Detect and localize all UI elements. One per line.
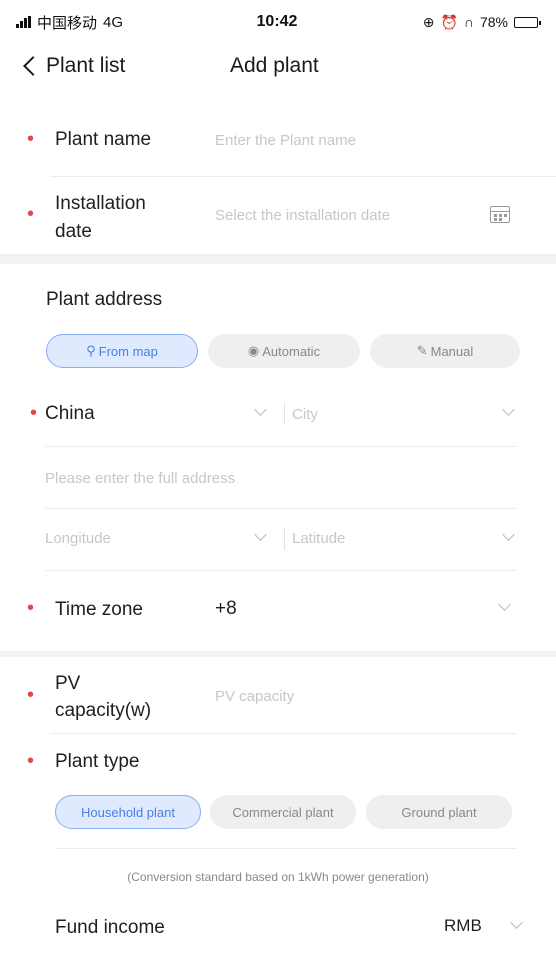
divider: [45, 570, 516, 571]
required-marker: •: [30, 402, 38, 424]
chevron-down-icon[interactable]: [498, 598, 511, 611]
commercial-plant-option[interactable]: Commercial plant: [210, 795, 356, 829]
page-title: Add plant: [230, 54, 319, 77]
calendar-icon[interactable]: [490, 206, 510, 223]
household-plant-label: Household plant: [81, 804, 175, 820]
country-select[interactable]: China: [45, 400, 95, 427]
nav-bar: Plant list Add plant: [0, 48, 556, 94]
back-button[interactable]: Plant list: [22, 54, 125, 78]
required-marker: •: [27, 128, 35, 150]
location-icon: ⊕: [422, 13, 435, 30]
chevron-left-icon: [23, 56, 43, 76]
status-bar: 中国移动 4G 10:42 ⊕ ⏰ ∩ 78%: [0, 0, 556, 44]
required-marker: •: [27, 597, 35, 619]
location-pin-icon: ⚲: [86, 343, 96, 358]
carrier-name: 中国移动: [37, 14, 98, 32]
fund-income-label: Fund income: [55, 917, 165, 938]
full-address-input[interactable]: Please enter the full address: [45, 470, 235, 487]
time-zone-select[interactable]: +8: [215, 598, 237, 620]
from-map-label: From map: [98, 343, 158, 359]
locate-icon: ◉: [247, 343, 260, 358]
ground-plant-label: Ground plant: [401, 804, 477, 820]
status-right: ⊕ ⏰ ∩ 78%: [368, 13, 541, 31]
section-divider: [0, 651, 556, 657]
chevron-down-icon[interactable]: [254, 528, 267, 541]
divider: [50, 733, 516, 734]
field-separator: [284, 528, 285, 550]
longitude-input[interactable]: Longitude: [45, 530, 111, 547]
latitude-input[interactable]: Latitude: [292, 530, 345, 547]
automatic-button[interactable]: ◉ Automatic: [208, 334, 360, 368]
chevron-down-icon[interactable]: [510, 916, 523, 929]
plant-type-label: Plant type: [55, 751, 140, 772]
required-marker: •: [27, 750, 35, 772]
status-time: 10:42: [256, 13, 298, 30]
back-label: Plant list: [46, 54, 126, 77]
currency-select[interactable]: RMB: [444, 916, 482, 936]
installation-date-label-1: Installation: [55, 193, 146, 214]
installation-date-input[interactable]: Select the installation date: [215, 207, 390, 224]
pv-capacity-input[interactable]: PV capacity: [215, 688, 294, 705]
required-marker: •: [27, 203, 35, 225]
manual-label: Manual: [430, 343, 474, 359]
alarm-icon: ⏰: [440, 13, 458, 30]
chevron-down-icon[interactable]: [502, 528, 515, 541]
chevron-down-icon[interactable]: [254, 403, 267, 416]
automatic-label: Automatic: [262, 343, 321, 359]
divider: [55, 848, 516, 849]
network-type: 4G: [103, 13, 124, 31]
battery-icon: [513, 16, 541, 28]
section-divider: [0, 254, 556, 264]
divider: [45, 446, 516, 447]
commercial-plant-label: Commercial plant: [232, 804, 334, 820]
headphones-icon: ∩: [463, 14, 474, 30]
divider: [45, 508, 516, 509]
chevron-down-icon[interactable]: [502, 403, 515, 416]
required-marker: •: [27, 684, 35, 706]
pencil-icon: ✎: [416, 343, 428, 358]
household-plant-option[interactable]: Household plant: [55, 795, 201, 829]
plant-name-label: Plant name: [55, 129, 152, 150]
status-left: 中国移动 4G: [16, 12, 186, 33]
field-separator: [284, 403, 285, 425]
city-select[interactable]: City: [292, 406, 318, 423]
ground-plant-option[interactable]: Ground plant: [366, 795, 512, 829]
installation-date-label-2: date: [55, 221, 92, 242]
time-zone-label: Time zone: [55, 599, 143, 620]
manual-button[interactable]: ✎ Manual: [370, 334, 520, 368]
from-map-button[interactable]: ⚲ From map: [46, 334, 198, 368]
battery-percent: 78%: [479, 14, 508, 30]
plant-name-input[interactable]: Enter the Plant name: [215, 132, 356, 149]
divider: [50, 176, 556, 177]
pv-capacity-label-1: PV: [55, 673, 81, 694]
pv-capacity-label-2: capacity(w): [55, 700, 152, 721]
signal-icon: [16, 16, 31, 28]
conversion-note: (Conversion standard based on 1kWh power…: [127, 870, 429, 884]
plant-address-label: Plant address: [46, 289, 163, 310]
